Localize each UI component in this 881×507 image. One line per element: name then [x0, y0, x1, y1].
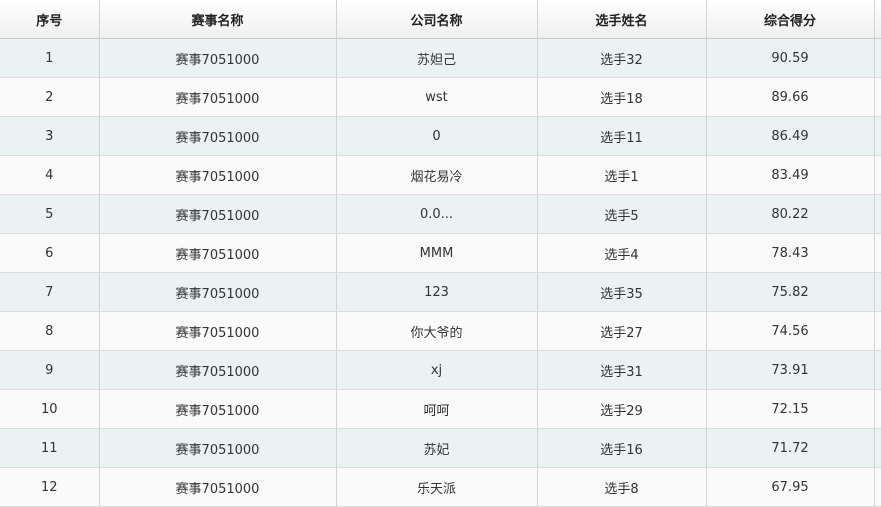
cell-spacer [874, 428, 881, 468]
cell-total-score: 75.82 [706, 272, 875, 312]
cell-index: 12 [0, 467, 100, 507]
cell-company-name: wst [336, 77, 538, 117]
header-company-name[interactable]: 公司名称 [336, 0, 538, 39]
cell-event-name: 赛事7051000 [99, 155, 337, 195]
cell-index: 6 [0, 233, 100, 273]
cell-event-name: 赛事7051000 [99, 272, 337, 312]
cell-index: 11 [0, 428, 100, 468]
cell-spacer [874, 272, 881, 312]
cell-spacer [874, 155, 881, 195]
cell-spacer [874, 116, 881, 156]
cell-total-score: 83.49 [706, 155, 875, 195]
cell-event-name: 赛事7051000 [99, 467, 337, 507]
cell-total-score: 67.95 [706, 467, 875, 507]
cell-company-name: 苏妲己 [336, 38, 538, 78]
cell-event-name: 赛事7051000 [99, 194, 337, 234]
cell-spacer [874, 389, 881, 429]
cell-index: 8 [0, 311, 100, 351]
cell-company-name: 烟花易冷 [336, 155, 538, 195]
cell-company-name: 0 [336, 116, 538, 156]
cell-event-name: 赛事7051000 [99, 311, 337, 351]
cell-total-score: 78.43 [706, 233, 875, 273]
cell-company-name: MMM [336, 233, 538, 273]
cell-player-name: 选手4 [537, 233, 707, 273]
cell-spacer [874, 311, 881, 351]
cell-player-name: 选手16 [537, 428, 707, 468]
cell-index: 2 [0, 77, 100, 117]
cell-index: 1 [0, 38, 100, 78]
cell-total-score: 71.72 [706, 428, 875, 468]
cell-index: 7 [0, 272, 100, 312]
cell-spacer [874, 38, 881, 78]
cell-company-name: xj [336, 350, 538, 390]
cell-event-name: 赛事7051000 [99, 116, 337, 156]
table-row[interactable]: 11 赛事7051000 苏妃 选手16 71.72 [0, 428, 881, 468]
cell-index: 10 [0, 389, 100, 429]
table-row[interactable]: 2 赛事7051000 wst 选手18 89.66 [0, 77, 881, 117]
cell-spacer [874, 233, 881, 273]
cell-event-name: 赛事7051000 [99, 428, 337, 468]
cell-spacer [874, 194, 881, 234]
cell-event-name: 赛事7051000 [99, 389, 337, 429]
table-header-row: 序号 赛事名称 公司名称 选手姓名 综合得分 [0, 0, 881, 39]
cell-total-score: 72.15 [706, 389, 875, 429]
table-body: 1 赛事7051000 苏妲己 选手32 90.59 2 赛事7051000 wst 选手18 8… [0, 38, 881, 507]
cell-event-name: 赛事7051000 [99, 38, 337, 78]
cell-player-name: 选手35 [537, 272, 707, 312]
cell-total-score: 74.56 [706, 311, 875, 351]
cell-company-name: 你大爷的 [336, 311, 538, 351]
cell-company-name: 0.0... [336, 194, 538, 234]
header-index[interactable]: 序号 [0, 0, 100, 39]
cell-player-name: 选手27 [537, 311, 707, 351]
cell-player-name: 选手29 [537, 389, 707, 429]
table-row[interactable]: 10 赛事7051000 呵呵 选手29 72.15 [0, 389, 881, 429]
header-event-name[interactable]: 赛事名称 [99, 0, 337, 39]
cell-spacer [874, 467, 881, 507]
cell-player-name: 选手32 [537, 38, 707, 78]
cell-player-name: 选手5 [537, 194, 707, 234]
cell-index: 3 [0, 116, 100, 156]
cell-spacer [874, 77, 881, 117]
cell-player-name: 选手8 [537, 467, 707, 507]
header-spacer [874, 0, 881, 39]
cell-event-name: 赛事7051000 [99, 77, 337, 117]
cell-player-name: 选手1 [537, 155, 707, 195]
cell-company-name: 123 [336, 272, 538, 312]
table-row[interactable]: 4 赛事7051000 烟花易冷 选手1 83.49 [0, 155, 881, 195]
cell-company-name: 呵呵 [336, 389, 538, 429]
header-player-name[interactable]: 选手姓名 [537, 0, 707, 39]
table-row[interactable]: 7 赛事7051000 123 选手35 75.82 [0, 272, 881, 312]
cell-index: 9 [0, 350, 100, 390]
cell-total-score: 73.91 [706, 350, 875, 390]
cell-event-name: 赛事7051000 [99, 350, 337, 390]
cell-index: 4 [0, 155, 100, 195]
table-row[interactable]: 3 赛事7051000 0 选手11 86.49 [0, 116, 881, 156]
table-row[interactable]: 9 赛事7051000 xj 选手31 73.91 [0, 350, 881, 390]
cell-total-score: 89.66 [706, 77, 875, 117]
cell-total-score: 90.59 [706, 38, 875, 78]
cell-player-name: 选手11 [537, 116, 707, 156]
table-row[interactable]: 6 赛事7051000 MMM 选手4 78.43 [0, 233, 881, 273]
cell-company-name: 乐天派 [336, 467, 538, 507]
table-row[interactable]: 8 赛事7051000 你大爷的 选手27 74.56 [0, 311, 881, 351]
table-row[interactable]: 5 赛事7051000 0.0... 选手5 80.22 [0, 194, 881, 234]
cell-player-name: 选手18 [537, 77, 707, 117]
cell-index: 5 [0, 194, 100, 234]
cell-player-name: 选手31 [537, 350, 707, 390]
cell-total-score: 86.49 [706, 116, 875, 156]
header-total-score[interactable]: 综合得分 [706, 0, 875, 39]
cell-spacer [874, 350, 881, 390]
cell-company-name: 苏妃 [336, 428, 538, 468]
cell-event-name: 赛事7051000 [99, 233, 337, 273]
table-row[interactable]: 1 赛事7051000 苏妲己 选手32 90.59 [0, 38, 881, 78]
table-row[interactable]: 12 赛事7051000 乐天派 选手8 67.95 [0, 467, 881, 507]
ranking-table: 序号 赛事名称 公司名称 选手姓名 综合得分 1 赛事7051000 苏妲己 选手32… [0, 0, 881, 507]
cell-total-score: 80.22 [706, 194, 875, 234]
